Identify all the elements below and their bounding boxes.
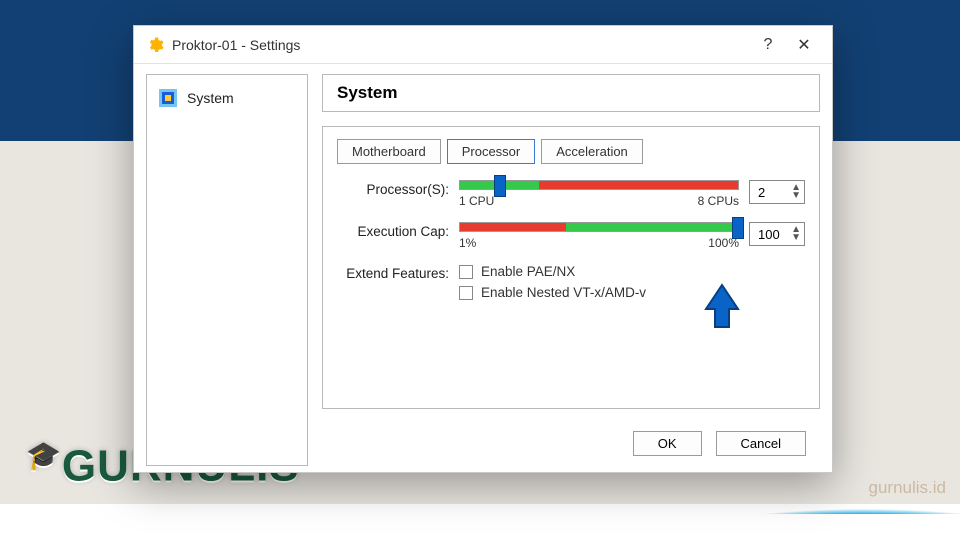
checkbox-label: Enable Nested VT-x/AMD-v (481, 285, 646, 300)
section-title: System (337, 83, 805, 103)
window-title: Proktor-01 - Settings (172, 37, 750, 53)
tab-acceleration[interactable]: Acceleration (541, 139, 643, 164)
features-label: Extend Features: (337, 264, 449, 281)
processor-spin-value: 2 (758, 185, 765, 200)
execcap-slider[interactable] (459, 222, 739, 232)
checkbox-nested-vt[interactable]: Enable Nested VT-x/AMD-v (459, 285, 805, 300)
execcap-min-label: 1% (459, 236, 476, 250)
section-header: System (322, 74, 820, 112)
checkbox-icon (459, 265, 473, 279)
execcap-label: Execution Cap: (337, 222, 449, 239)
sidebar: System (146, 74, 308, 466)
gear-icon (146, 36, 164, 54)
processor-min-label: 1 CPU (459, 194, 494, 208)
slider-thumb[interactable] (494, 175, 506, 197)
slider-thumb[interactable] (732, 217, 744, 239)
sidebar-item-label: System (187, 90, 234, 106)
processor-max-label: 8 CPUs (698, 194, 739, 208)
close-button[interactable]: ✕ (786, 30, 822, 60)
tab-bar: Motherboard Processor Acceleration (337, 139, 805, 164)
stepper-icon: ▲▼ (791, 184, 800, 200)
sidebar-item-system[interactable]: System (147, 83, 307, 113)
dialog-actions: OK Cancel (322, 423, 820, 466)
checkbox-label: Enable PAE/NX (481, 264, 575, 279)
ok-button[interactable]: OK (633, 431, 702, 456)
watermark-url: gurnulis.id (869, 478, 947, 498)
checkbox-pae-nx[interactable]: Enable PAE/NX (459, 264, 805, 279)
main-panel: System Motherboard Processor Acceleratio… (322, 74, 820, 466)
execcap-spin[interactable]: 100 ▲▼ (749, 222, 805, 246)
processor-label: Processor(S): (337, 180, 449, 197)
help-button[interactable]: ? (750, 30, 786, 60)
execcap-spin-value: 100 (758, 227, 780, 242)
tab-processor[interactable]: Processor (447, 139, 536, 164)
processor-spin[interactable]: 2 ▲▼ (749, 180, 805, 204)
settings-dialog: Proktor-01 - Settings ? ✕ System System … (133, 25, 833, 473)
checkbox-icon (459, 286, 473, 300)
stepper-icon: ▲▼ (791, 226, 800, 242)
titlebar: Proktor-01 - Settings ? ✕ (134, 26, 832, 64)
settings-panel: Motherboard Processor Acceleration Proce… (322, 126, 820, 409)
chip-icon (159, 89, 177, 107)
processor-slider[interactable] (459, 180, 739, 190)
tab-motherboard[interactable]: Motherboard (337, 139, 441, 164)
cancel-button[interactable]: Cancel (716, 431, 806, 456)
